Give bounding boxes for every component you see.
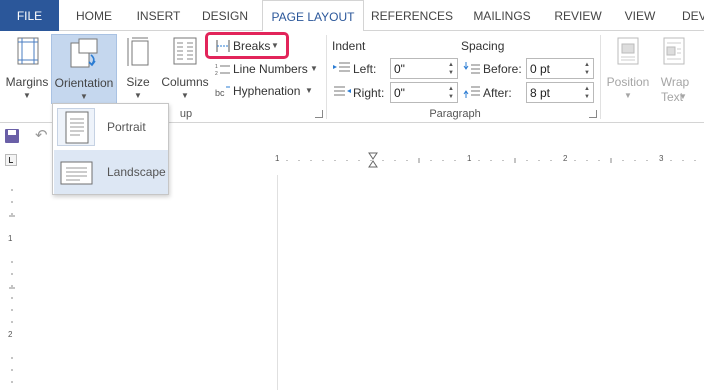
columns-label: Columns	[161, 75, 209, 89]
group-separator	[326, 35, 327, 119]
page-setup-group-label: up	[179, 108, 193, 120]
svg-text:bc: bc	[215, 88, 225, 98]
svg-text:1: 1	[215, 64, 218, 70]
indent-right-value: 0"	[394, 86, 405, 100]
orientation-button[interactable]: Orientation ▼	[51, 34, 117, 104]
indent-left-label: Left:	[353, 62, 377, 76]
landscape-label: Landscape	[107, 165, 166, 179]
margins-button[interactable]: Margins ▼	[4, 34, 50, 104]
indent-left-value: 0"	[394, 62, 405, 76]
hruler-number: 1	[467, 154, 472, 163]
chevron-down-icon: ▼	[181, 91, 189, 100]
chevron-down-icon: ▼	[310, 64, 318, 73]
position-icon	[617, 37, 639, 65]
position-label: Position	[606, 75, 650, 89]
portrait-thumbnail	[57, 108, 95, 146]
hyphenation-icon: bc	[215, 86, 230, 98]
tab-view[interactable]: VIEW	[614, 0, 666, 31]
svg-text:2: 2	[215, 71, 218, 76]
tab-review[interactable]: REVIEW	[544, 0, 612, 31]
tab-page-layout[interactable]: PAGE LAYOUT	[262, 0, 364, 32]
portrait-label: Portrait	[107, 120, 146, 134]
indent-left-icon	[333, 62, 350, 72]
tab-home[interactable]: HOME	[62, 0, 126, 31]
indent-header: Indent	[332, 39, 366, 53]
spacing-before-icon	[463, 62, 480, 74]
spinner-arrows-icon[interactable]: ▲ ▼	[447, 85, 455, 101]
tab-references[interactable]: REFERENCES	[366, 0, 458, 31]
size-label: Size	[126, 75, 150, 89]
chevron-down-icon: ▼	[134, 91, 142, 100]
line-numbers-label: Line Numbers	[233, 62, 308, 76]
chevron-down-icon: ▼	[305, 86, 313, 95]
orientation-dropdown-menu: Portrait Landscape	[52, 103, 169, 195]
margins-icon	[17, 37, 39, 65]
spacing-before-input[interactable]: 0 pt ▲ ▼	[526, 58, 594, 79]
chevron-down-icon: ▼	[80, 92, 88, 101]
spacing-header: Spacing	[461, 39, 505, 53]
indent-right-input[interactable]: 0" ▲ ▼	[390, 82, 458, 103]
page-size-icon	[127, 37, 149, 66]
tab-developer[interactable]: DEV	[670, 0, 704, 31]
document-page[interactable]	[277, 175, 704, 390]
wrap-text-label-line2: Text	[660, 90, 683, 104]
indent-right-label: Right:	[353, 86, 385, 100]
chevron-down-icon: ▼	[23, 91, 31, 100]
landscape-option[interactable]: Landscape	[54, 150, 168, 194]
spacing-before-value: 0 pt	[530, 62, 551, 76]
hruler-number: 2	[563, 154, 568, 163]
spinner-arrows-icon[interactable]: ▲ ▼	[447, 61, 455, 77]
orientation-label: Orientation	[54, 76, 114, 90]
spacing-after-label: After:	[483, 86, 512, 100]
spinner-arrows-icon[interactable]: ▲ ▼	[583, 85, 591, 101]
wrap-text-icon	[663, 37, 685, 65]
landscape-page-icon	[60, 161, 93, 185]
columns-button[interactable]: Columns ▼	[159, 34, 211, 104]
wrap-text-label-line1: Wrap	[660, 75, 690, 89]
breaks-highlight	[205, 32, 289, 59]
paragraph-dialog-launcher[interactable]	[589, 110, 597, 118]
tab-file[interactable]: FILE	[0, 0, 59, 31]
spinner-arrows-icon[interactable]: ▲ ▼	[583, 61, 591, 77]
quick-access-toolbar: ↶	[0, 124, 60, 150]
spacing-after-icon	[463, 86, 480, 98]
hruler-number: 3	[659, 154, 664, 163]
vruler-number: 2	[8, 330, 13, 339]
indent-right-icon	[334, 86, 351, 96]
hyphenation-button[interactable]: bc Hyphenation ▼	[215, 81, 315, 101]
line-numbers-icon: 1 2	[215, 64, 230, 76]
undo-icon[interactable]: ↶	[35, 126, 48, 144]
line-numbers-button[interactable]: 1 2 Line Numbers ▼	[215, 59, 320, 79]
size-button[interactable]: Size ▼	[121, 34, 155, 104]
chevron-down-icon: ▼	[624, 91, 632, 100]
wrap-text-button[interactable]: Wrap Text ▼	[653, 34, 697, 104]
position-button[interactable]: Position ▼	[605, 34, 651, 104]
hyphenation-label: Hyphenation	[233, 84, 301, 98]
page-setup-dialog-launcher[interactable]	[315, 110, 323, 118]
spacing-after-value: 8 pt	[530, 86, 551, 100]
tab-insert[interactable]: INSERT	[127, 0, 190, 31]
tab-mailings[interactable]: MAILINGS	[462, 0, 542, 31]
chevron-down-icon: ▼	[679, 92, 687, 101]
orientation-icon	[70, 38, 98, 68]
landscape-thumbnail	[57, 153, 95, 191]
ribbon-tab-bar: FILE HOME INSERT DESIGN PAGE LAYOUT REFE…	[0, 0, 704, 32]
columns-icon	[173, 37, 197, 65]
spacing-after-input[interactable]: 8 pt ▲ ▼	[526, 82, 594, 103]
group-separator	[600, 35, 601, 119]
save-icon[interactable]	[5, 129, 19, 143]
vertical-ruler[interactable]	[5, 176, 19, 390]
vruler-number: 1	[8, 234, 13, 243]
spacing-before-label: Before:	[483, 62, 522, 76]
tab-design[interactable]: DESIGN	[191, 0, 259, 31]
horizontal-ruler[interactable]	[277, 152, 704, 168]
paragraph-group-label: Paragraph	[429, 108, 481, 120]
portrait-page-icon	[65, 111, 89, 144]
indent-left-input[interactable]: 0" ▲ ▼	[390, 58, 458, 79]
margins-label: Margins	[5, 75, 49, 89]
portrait-option[interactable]: Portrait	[54, 105, 168, 149]
hruler-number: 1	[275, 154, 280, 163]
tab-selector-icon[interactable]	[5, 154, 17, 166]
